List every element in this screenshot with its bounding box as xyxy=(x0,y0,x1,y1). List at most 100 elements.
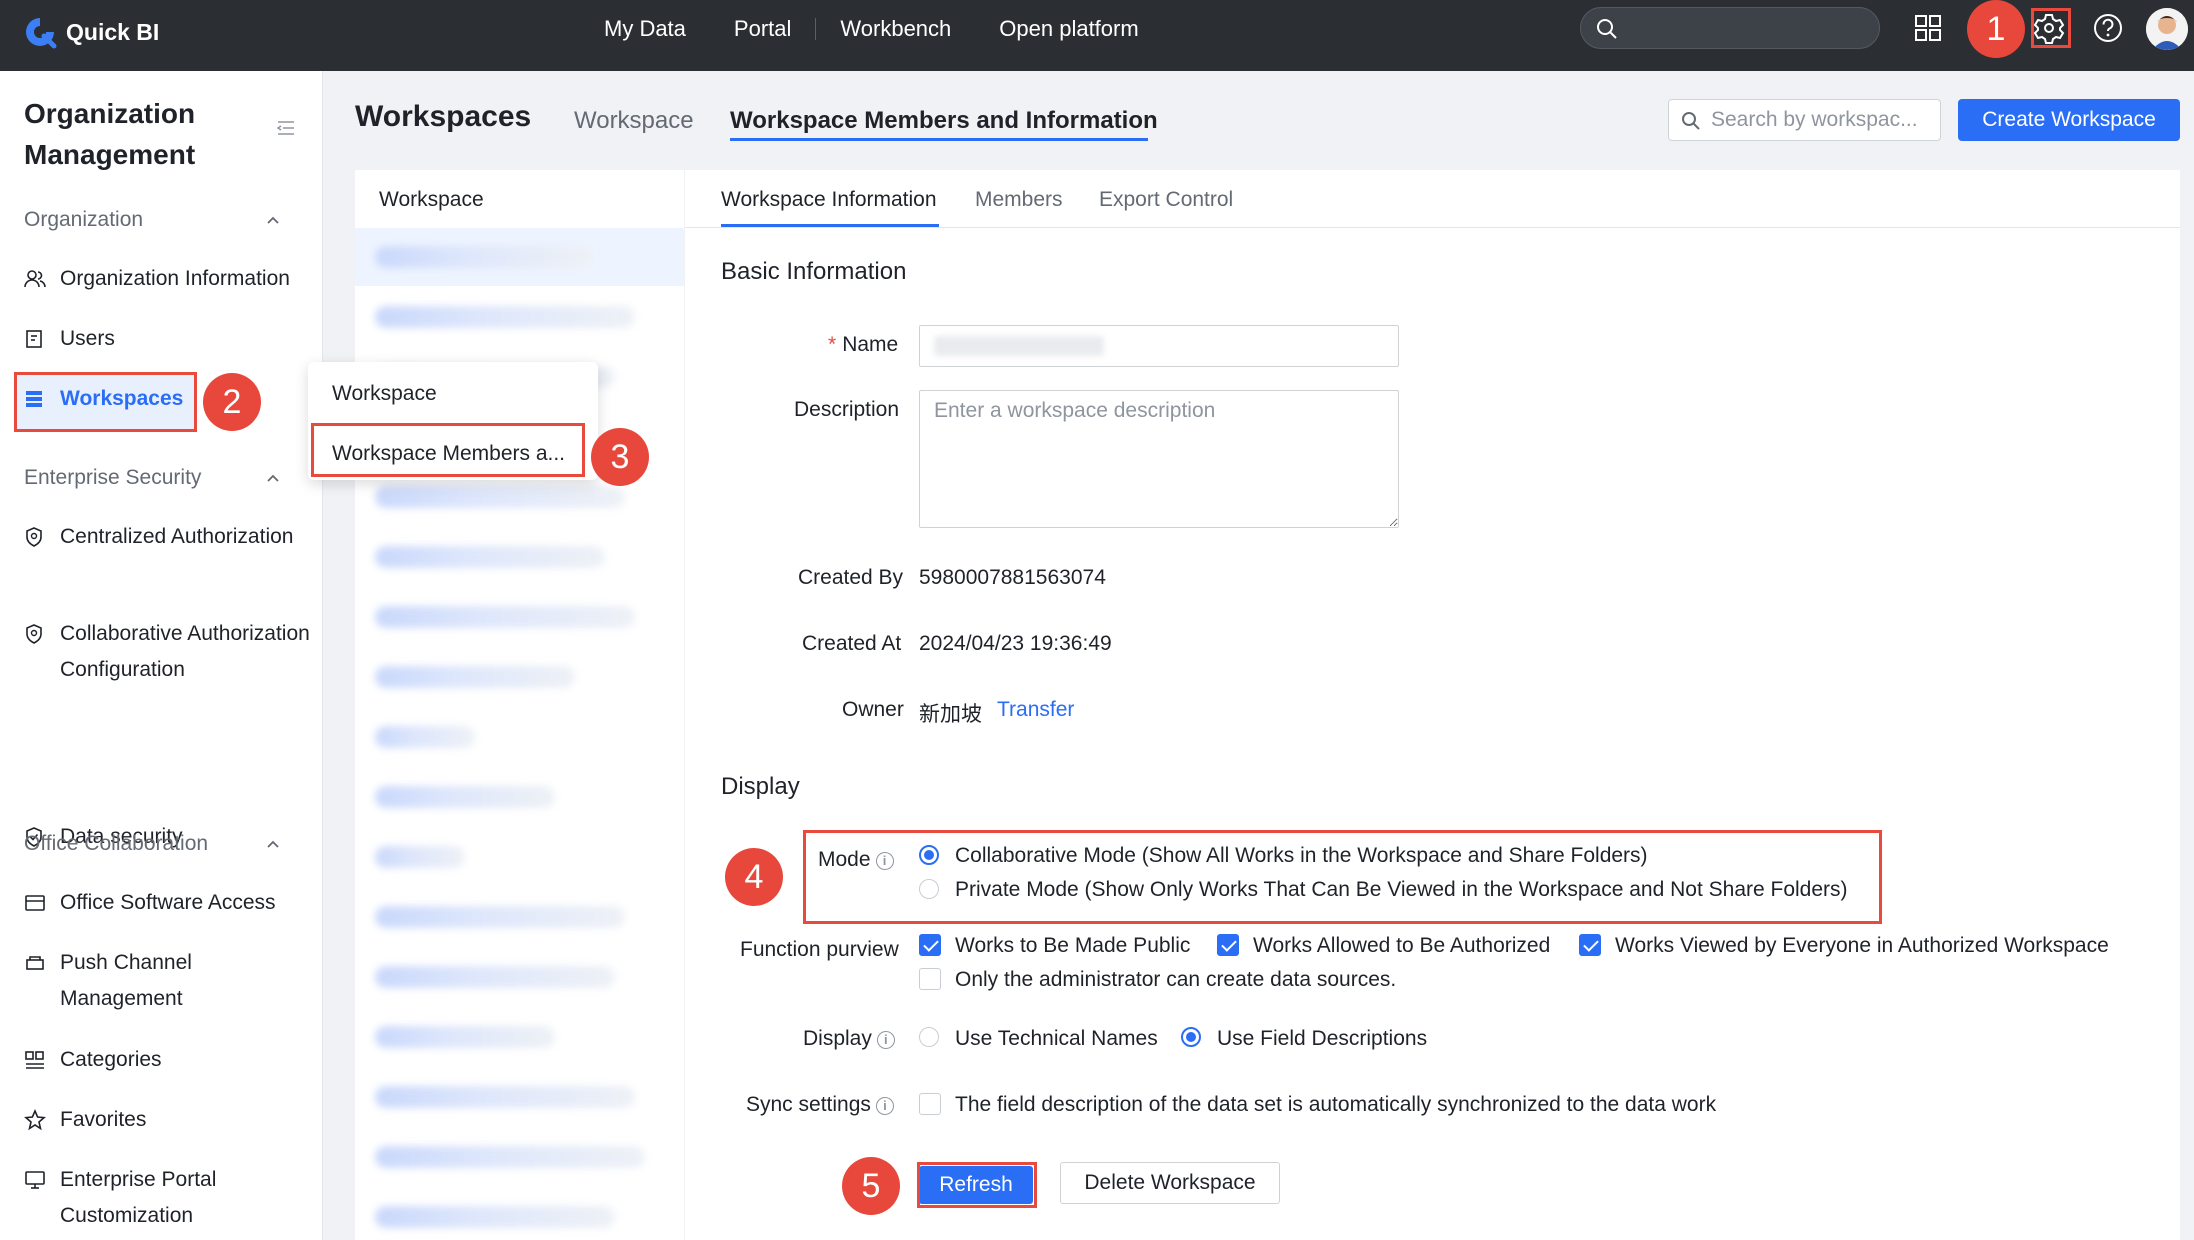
apps-grid-icon[interactable] xyxy=(1912,12,1944,44)
list-item[interactable] xyxy=(375,906,625,928)
description-label: Description xyxy=(794,398,900,421)
app-logo[interactable]: Quick BI xyxy=(22,12,159,52)
app-name: Quick BI xyxy=(66,18,160,45)
sidebar-item-office-software[interactable]: Office Software Access xyxy=(24,885,314,921)
redacted-name xyxy=(934,336,1104,356)
workspace-search-input[interactable]: Search by workspac... xyxy=(1668,99,1941,141)
function-purview-label: Function purview xyxy=(740,938,899,961)
created-at-label: Created At xyxy=(802,632,902,655)
sidebar-item-label: Office Software Access xyxy=(60,891,276,914)
tab-workspace-members[interactable]: Workspace Members and Information xyxy=(730,107,1158,135)
star-icon xyxy=(24,1109,46,1131)
sync-checkbox[interactable] xyxy=(919,1093,941,1115)
workspace-list-header: Workspace xyxy=(379,188,484,211)
admin-datasource-checkbox[interactable] xyxy=(919,968,941,990)
sidebar-item-label: Enterprise Portal Customization xyxy=(60,1168,217,1227)
sidebar-item-collaborative-auth[interactable]: Collaborative Authorization Configuratio… xyxy=(24,616,314,688)
sidebar-item-centralized-auth[interactable]: Centralized Authorization xyxy=(24,519,314,555)
works-viewed-label[interactable]: Works Viewed by Everyone in Authorized W… xyxy=(1615,934,2109,958)
section-enterprise-security[interactable]: Enterprise Security xyxy=(24,466,201,490)
submenu-item-workspace[interactable]: Workspace xyxy=(332,382,437,406)
sidebar-item-categories[interactable]: Categories xyxy=(24,1042,314,1078)
workspaces-highlight-box xyxy=(14,372,197,432)
list-item[interactable] xyxy=(375,726,475,748)
admin-datasource-label[interactable]: Only the administrator can create data s… xyxy=(955,968,1396,992)
refresh-highlight-box xyxy=(917,1162,1037,1208)
categories-icon xyxy=(25,1051,44,1069)
chevron-up-icon[interactable] xyxy=(265,838,281,850)
quick-bi-logo-icon xyxy=(26,18,57,49)
name-label: * Name xyxy=(828,333,898,357)
works-authorized-checkbox[interactable] xyxy=(1217,934,1239,956)
sync-settings-label-text: Sync settings xyxy=(746,1093,871,1116)
list-item[interactable] xyxy=(375,786,555,808)
top-nav: My Data Portal Workbench Open platform xyxy=(580,0,1163,57)
works-viewed-checkbox[interactable] xyxy=(1579,934,1601,956)
list-item[interactable] xyxy=(375,1086,635,1108)
sidebar-item-label: Centralized Authorization xyxy=(60,525,294,548)
nav-open-platform[interactable]: Open platform xyxy=(975,16,1162,42)
tab-members[interactable]: Members xyxy=(975,188,1063,212)
user-card-icon xyxy=(26,330,42,348)
field-descriptions-label[interactable]: Use Field Descriptions xyxy=(1217,1027,1427,1051)
sidebar-item-portal-customization[interactable]: Enterprise Portal Customization xyxy=(24,1162,314,1234)
works-public-checkbox[interactable] xyxy=(919,934,941,956)
transfer-link[interactable]: Transfer xyxy=(997,698,1074,722)
name-field[interactable] xyxy=(919,325,1399,367)
sidebar-item-favorites[interactable]: Favorites xyxy=(24,1102,314,1138)
help-icon[interactable] xyxy=(2092,12,2124,44)
list-item[interactable] xyxy=(375,246,595,268)
nav-workbench[interactable]: Workbench xyxy=(816,16,975,42)
section-organization[interactable]: Organization xyxy=(24,208,143,232)
sync-label[interactable]: The field description of the data set is… xyxy=(955,1093,1716,1117)
list-item[interactable] xyxy=(375,486,625,508)
chevron-up-icon[interactable] xyxy=(265,214,281,226)
step-badge-1: 1 xyxy=(1967,0,2025,58)
sync-settings-label: Sync settings i xyxy=(746,1093,894,1117)
list-item[interactable] xyxy=(375,1146,645,1168)
works-public-label[interactable]: Works to Be Made Public xyxy=(955,934,1190,958)
tab-export-control[interactable]: Export Control xyxy=(1099,188,1233,212)
chevron-up-icon[interactable] xyxy=(265,472,281,484)
shield-icon xyxy=(26,624,42,644)
monitor-icon xyxy=(25,1171,45,1189)
technical-names-radio[interactable] xyxy=(919,1027,939,1047)
nav-my-data[interactable]: My Data xyxy=(580,16,710,42)
top-bar: Quick BI My Data Portal Workbench Open p… xyxy=(0,0,2194,71)
description-field[interactable] xyxy=(919,390,1399,528)
works-authorized-label[interactable]: Works Allowed to Be Authorized xyxy=(1253,934,1550,958)
list-item[interactable] xyxy=(375,306,635,328)
avatar[interactable] xyxy=(2146,8,2188,50)
sidebar-item-users[interactable]: Users xyxy=(24,321,314,357)
step-badge-5: 5 xyxy=(842,1157,900,1215)
list-item[interactable] xyxy=(375,966,615,988)
section-office-collaboration[interactable]: Office Collaboration xyxy=(24,832,208,856)
info-icon[interactable]: i xyxy=(875,1097,894,1115)
required-mark: * xyxy=(828,333,837,356)
field-descriptions-radio[interactable] xyxy=(1181,1027,1201,1047)
info-icon[interactable]: i xyxy=(876,1031,895,1049)
nav-portal[interactable]: Portal xyxy=(710,16,815,42)
list-item[interactable] xyxy=(375,846,465,868)
list-item[interactable] xyxy=(375,546,605,568)
list-item[interactable] xyxy=(375,1206,615,1228)
display-label: Display i xyxy=(803,1027,895,1051)
collapse-menu-icon[interactable] xyxy=(276,119,296,137)
sidebar-item-push-channel[interactable]: Push Channel Management xyxy=(24,945,314,1017)
tab-workspace-information[interactable]: Workspace Information xyxy=(721,188,937,212)
global-search-input[interactable] xyxy=(1580,7,1880,49)
step-badge-4: 4 xyxy=(725,848,783,906)
search-placeholder: Search by workspac... xyxy=(1711,108,1918,131)
create-workspace-button[interactable]: Create Workspace xyxy=(1958,99,2180,141)
list-item[interactable] xyxy=(375,1026,555,1048)
list-item[interactable] xyxy=(375,666,575,688)
sidebar-item-org-info[interactable]: Organization Information xyxy=(24,261,314,297)
user-avatar-icon xyxy=(2146,8,2188,50)
tab-workspace[interactable]: Workspace xyxy=(574,107,694,135)
created-at-value: 2024/04/23 19:36:49 xyxy=(919,632,1112,655)
list-item[interactable] xyxy=(375,606,635,628)
technical-names-label[interactable]: Use Technical Names xyxy=(955,1027,1158,1051)
sidebar-item-label: Favorites xyxy=(60,1108,147,1131)
delete-workspace-button[interactable]: Delete Workspace xyxy=(1060,1162,1280,1204)
sidebar-item-label: Collaborative Authorization Configuratio… xyxy=(60,622,310,681)
